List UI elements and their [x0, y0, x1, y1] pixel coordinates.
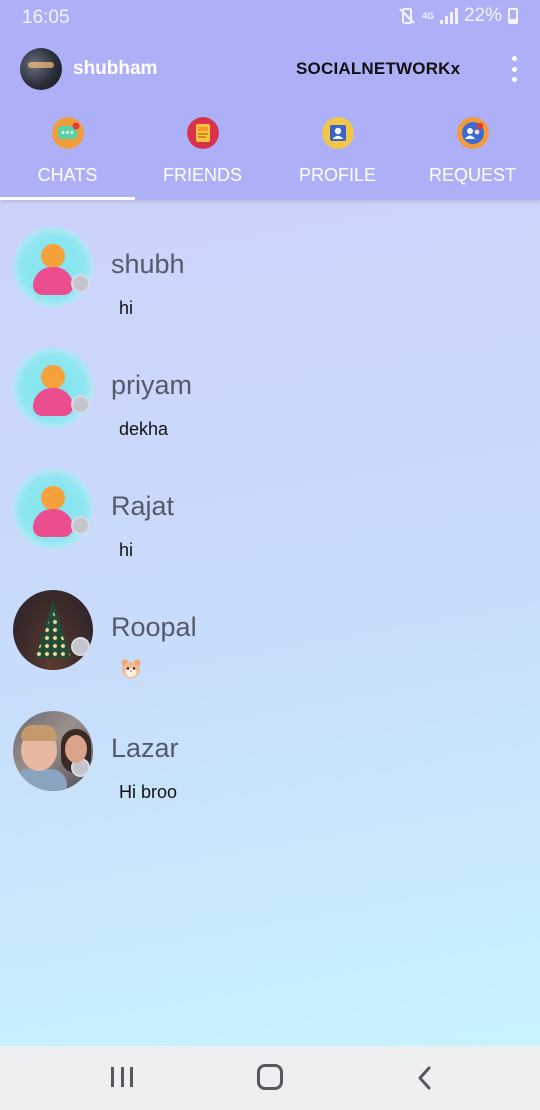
- chat-contact-name: shubh: [111, 249, 185, 279]
- chat-list-item[interactable]: Lazar Hi broo: [0, 684, 540, 805]
- user-avatar[interactable]: [20, 48, 62, 90]
- back-icon[interactable]: [409, 1064, 439, 1092]
- chat-contact-name: Rajat: [111, 491, 175, 521]
- chat-bubble-icon: [52, 117, 84, 149]
- default-avatar-icon: [13, 227, 93, 307]
- tab-friends-label: FRIENDS: [162, 165, 242, 185]
- network-type-label: 4G: [421, 10, 434, 21]
- top-header: 16:05 4G 22% shubham SOCIALNETWORKx CHAT…: [0, 0, 540, 200]
- app-bar: shubham SOCIALNETWORKx: [0, 44, 540, 94]
- tab-chats[interactable]: CHATS: [0, 112, 135, 200]
- offline-status-dot: [71, 637, 90, 656]
- default-avatar-icon: [13, 348, 93, 428]
- tab-chats-label: CHATS: [37, 165, 98, 185]
- more-options-icon[interactable]: [510, 56, 518, 82]
- battery-icon: [508, 8, 518, 24]
- contacts-book-icon: [187, 117, 219, 149]
- hamster-emoji-icon: [121, 659, 141, 678]
- app-title: SOCIALNETWORKx: [296, 59, 461, 78]
- chat-last-message: dekha: [119, 419, 169, 439]
- chat-last-message: hi: [119, 298, 134, 318]
- battery-percent: 22%: [463, 5, 502, 26]
- system-navigation-bar: [0, 1046, 540, 1110]
- status-bar: 16:05 4G 22%: [0, 0, 540, 34]
- offline-status-dot: [71, 395, 90, 414]
- tab-friends[interactable]: FRIENDS: [135, 112, 270, 200]
- tab-request-label: REQUEST: [428, 165, 516, 185]
- tab-profile[interactable]: PROFILE: [270, 112, 405, 200]
- signal-icon: [439, 8, 458, 24]
- home-icon[interactable]: [257, 1064, 283, 1090]
- chat-contact-name: Roopal: [111, 612, 197, 642]
- friend-request-icon: [457, 117, 489, 149]
- christmas-tree-photo: [13, 590, 93, 670]
- people-photo: [13, 711, 93, 791]
- current-username[interactable]: shubham: [73, 58, 157, 80]
- chat-list-item[interactable]: Rajat hi: [0, 442, 540, 563]
- chat-list-item[interactable]: shubh hi: [0, 200, 540, 321]
- tab-profile-label: PROFILE: [298, 165, 377, 185]
- tab-request[interactable]: REQUEST: [405, 112, 540, 200]
- default-avatar-icon: [13, 469, 93, 549]
- vibrate-mute-icon: [399, 8, 415, 24]
- tab-bar: CHATS FRIENDS PROFILE REQUEST: [0, 112, 540, 200]
- chat-list: shubh hi priyam dekha Rajat hi Roopal La…: [0, 200, 540, 1046]
- chat-list-item[interactable]: Roopal: [0, 563, 540, 684]
- chat-last-message: Hi broo: [119, 782, 178, 802]
- selected-tab-indicator: [0, 197, 135, 200]
- offline-status-dot: [71, 274, 90, 293]
- chat-list-item[interactable]: priyam dekha: [0, 321, 540, 442]
- offline-status-dot: [71, 516, 90, 535]
- profile-card-icon: [322, 117, 354, 149]
- recent-apps-icon[interactable]: [107, 1064, 137, 1092]
- chat-last-message: hi: [119, 540, 134, 560]
- status-icons: 4G 22%: [398, 5, 518, 27]
- chat-contact-name: priyam: [111, 370, 193, 400]
- chat-contact-name: Lazar: [111, 733, 179, 763]
- status-time: 16:05: [22, 7, 70, 28]
